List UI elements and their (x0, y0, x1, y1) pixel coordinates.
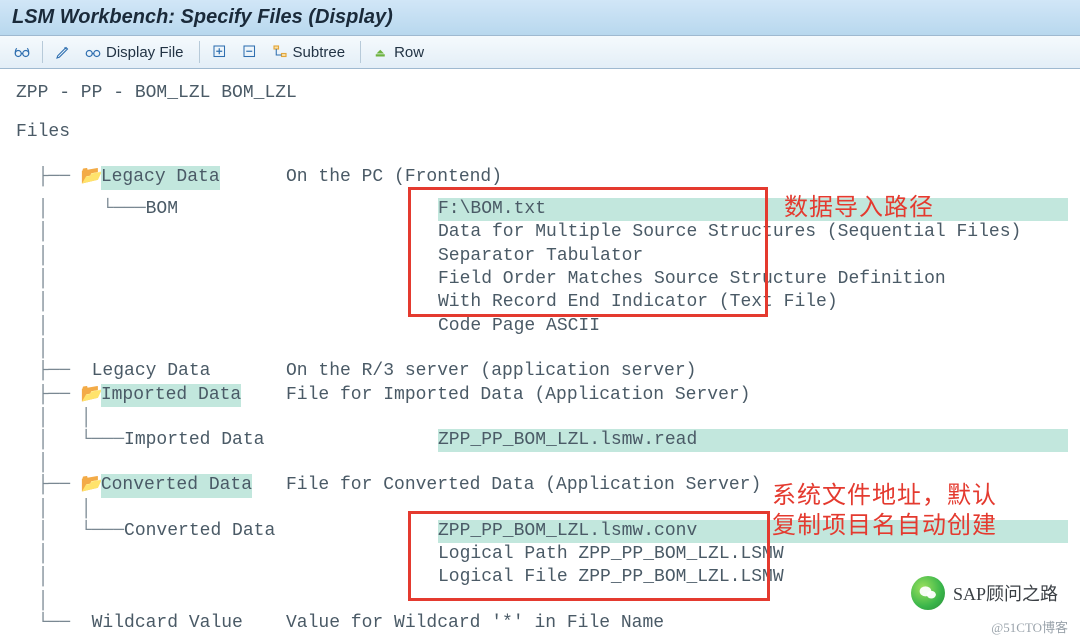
bom-desc-4: │ With Record End Indicator (Text File) (16, 291, 1066, 314)
display-file-label: Display File (106, 44, 184, 61)
bom-desc-5: │ Code Page ASCII (16, 315, 1066, 338)
subtree-label: Subtree (293, 44, 346, 61)
display-file-button[interactable]: Display File (79, 40, 193, 64)
bom-desc-2: │ Separator Tabulator (16, 245, 1066, 268)
watermark-text: SAP顾问之路 (953, 580, 1058, 606)
folder-open-icon: 📂 (81, 166, 101, 189)
glasses-icon (84, 43, 102, 61)
separator (42, 41, 43, 63)
glasses-button[interactable] (8, 40, 36, 64)
folder-open-icon: 📂 (81, 384, 101, 407)
converted-logical-path: │ Logical Path ZPP_PP_BOM_LZL.LSMW (16, 543, 1066, 566)
folder-open-icon: 📂 (81, 474, 101, 497)
collapse-subtree-button[interactable] (236, 40, 264, 64)
credit-text: @51CTO博客 (991, 617, 1068, 636)
annotation-text-1: 数据导入路径 (784, 193, 934, 223)
wechat-logo-icon (911, 576, 945, 610)
separator (360, 41, 361, 63)
node-imported[interactable]: ├── 📂 Imported Data File for Imported Da… (16, 384, 1066, 407)
node-imported-child[interactable]: │ └─── Imported Data ZPP_PP_BOM_LZL.lsmw… (16, 429, 1066, 452)
expand-icon (211, 43, 229, 61)
subtree-button[interactable]: Subtree (266, 40, 355, 64)
row-button[interactable]: Row (367, 40, 433, 64)
separator (199, 41, 200, 63)
annotation-text-2: 系统文件地址，默认 复制项目名自动创建 (772, 481, 997, 541)
glasses-icon (13, 43, 31, 61)
bom-desc-3: │ Field Order Matches Source Structure D… (16, 268, 1066, 291)
breadcrumb: ZPP - PP - BOM_LZL BOM_LZL (0, 75, 1080, 111)
pencil-button[interactable] (49, 40, 77, 64)
row-icon (372, 43, 390, 61)
watermark: SAP顾问之路 (901, 572, 1068, 614)
expand-subtree-button[interactable] (206, 40, 234, 64)
row-label: Row (394, 44, 424, 61)
bom-desc-1: │ Data for Multiple Source Structures (S… (16, 221, 1066, 244)
window-title: LSM Workbench: Specify Files (Display) (0, 0, 1080, 36)
files-tree[interactable]: Files ├── 📂 Legacy Data On the PC (Front… (0, 111, 1080, 635)
pencil-icon (54, 43, 72, 61)
content-area: ZPP - PP - BOM_LZL BOM_LZL Files ├── 📂 L… (0, 69, 1080, 635)
collapse-icon (241, 43, 259, 61)
tree-root-files[interactable]: Files (16, 121, 1066, 144)
node-wildcard[interactable]: └── Wildcard Value Value for Wildcard '*… (16, 612, 1066, 635)
node-legacy-pc[interactable]: ├── 📂 Legacy Data On the PC (Frontend) (16, 166, 1066, 189)
subtree-icon (271, 43, 289, 61)
toolbar: Display File Subtree Row (0, 36, 1080, 69)
node-legacy-r3[interactable]: ├── Legacy Data On the R/3 server (appli… (16, 360, 1066, 383)
